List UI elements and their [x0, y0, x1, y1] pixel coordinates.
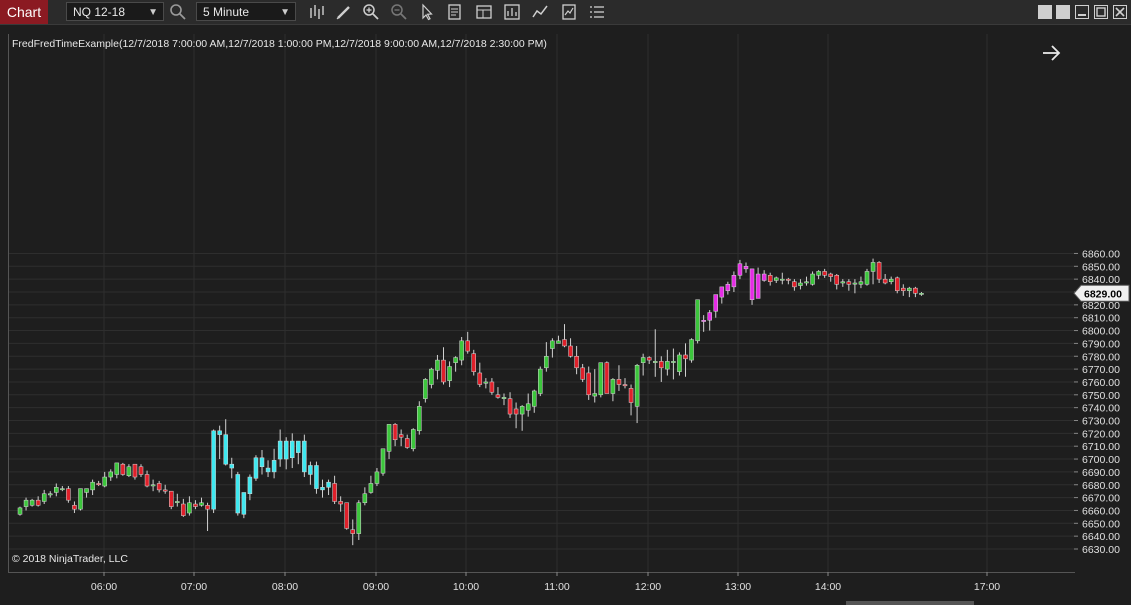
y-tick-label: 6830.00	[1082, 287, 1120, 299]
y-tick-label: 6860.00	[1082, 248, 1120, 260]
y-tick-label: 6700.00	[1082, 454, 1120, 466]
y-tick-label: 6660.00	[1082, 505, 1120, 517]
y-tick-label: 6650.00	[1082, 518, 1120, 530]
y-tick-label: 6790.00	[1082, 338, 1120, 350]
zoom-out-icon[interactable]	[390, 3, 408, 21]
zoom-in-icon[interactable]	[362, 3, 380, 21]
y-tick-label: 6780.00	[1082, 351, 1120, 363]
restore-icon[interactable]	[1056, 5, 1070, 19]
y-tick-label: 6680.00	[1082, 480, 1120, 492]
y-tick-label: 6850.00	[1082, 261, 1120, 273]
x-tick-label: 13:00	[725, 581, 751, 593]
y-tick-label: 6670.00	[1082, 493, 1120, 505]
arrow-right-icon[interactable]	[1040, 42, 1062, 64]
list-icon[interactable]	[588, 3, 606, 21]
y-tick-label: 6770.00	[1082, 364, 1120, 376]
time-axis: 06:00 07:00 08:00 09:00 10:00 11:00 12:00 13:00…	[91, 572, 1000, 593]
x-tick-label: 09:00	[363, 581, 389, 593]
x-tick-label: 14:00	[815, 581, 841, 593]
bar-type-icon[interactable]	[308, 3, 326, 21]
y-tick-label: 6640.00	[1082, 531, 1120, 543]
strategies-icon[interactable]	[503, 3, 521, 21]
x-tick-label: 06:00	[91, 581, 117, 593]
close-icon[interactable]	[1113, 5, 1127, 19]
y-tick-label: 6840.00	[1082, 274, 1120, 286]
x-tick-label: 07:00	[181, 581, 207, 593]
pointer-icon[interactable]	[418, 3, 436, 21]
instrument-selector[interactable]: NQ 12-18 ▼	[66, 2, 164, 21]
chevron-down-icon: ▼	[148, 7, 158, 18]
chevron-down-icon: ▼	[280, 7, 290, 18]
y-tick-label: 6800.00	[1082, 326, 1120, 338]
horizontal-scrollbar[interactable]	[846, 601, 974, 605]
x-tick-label: 11:00	[544, 581, 570, 593]
y-tick-label: 6740.00	[1082, 403, 1120, 415]
last-price-label: 6829.00	[1084, 288, 1122, 300]
interval-value: 5 Minute	[203, 5, 250, 19]
y-tick-label: 6710.00	[1082, 441, 1120, 453]
y-tick-label: 6730.00	[1082, 416, 1120, 428]
search-icon[interactable]	[169, 3, 187, 21]
interval-selector[interactable]: 5 Minute ▼	[196, 2, 296, 21]
x-tick-label: 12:00	[635, 581, 661, 593]
chart-tab[interactable]: Chart	[0, 0, 48, 24]
y-tick-label: 6690.00	[1082, 467, 1120, 479]
indicators-icon[interactable]	[531, 3, 549, 21]
indicator-label: FredFredTimeExample(12/7/2018 7:00:00 AM…	[12, 38, 547, 50]
chart-toolbar: Chart NQ 12-18 ▼ 5 Minute ▼	[0, 0, 1131, 25]
y-tick-label: 6630.00	[1082, 544, 1120, 556]
data-box-icon[interactable]	[446, 3, 464, 21]
chart-trader-icon[interactable]	[475, 3, 493, 21]
price-panel[interactable]	[8, 34, 1075, 573]
minimize-icon[interactable]	[1075, 5, 1089, 19]
y-tick-label: 6750.00	[1082, 390, 1120, 402]
copyright-text: © 2018 NinjaTrader, LLC	[12, 553, 128, 565]
price-axis: 6630.006640.006650.006660.006670.006680.…	[1073, 248, 1130, 556]
maximize-icon[interactable]	[1094, 5, 1108, 19]
y-tick-label: 6810.00	[1082, 313, 1120, 325]
pencil-icon[interactable]	[335, 3, 353, 21]
x-tick-label: 08:00	[272, 581, 298, 593]
y-tick-label: 6820.00	[1082, 300, 1120, 312]
properties-icon[interactable]	[560, 3, 578, 21]
instrument-value: NQ 12-18	[73, 5, 126, 19]
x-tick-label: 17:00	[974, 581, 1000, 593]
last-price-marker	[1073, 284, 1130, 302]
restore-icon[interactable]	[1038, 5, 1052, 19]
y-tick-label: 6720.00	[1082, 428, 1120, 440]
y-tick-label: 6760.00	[1082, 377, 1120, 389]
x-tick-label: 10:00	[453, 581, 479, 593]
